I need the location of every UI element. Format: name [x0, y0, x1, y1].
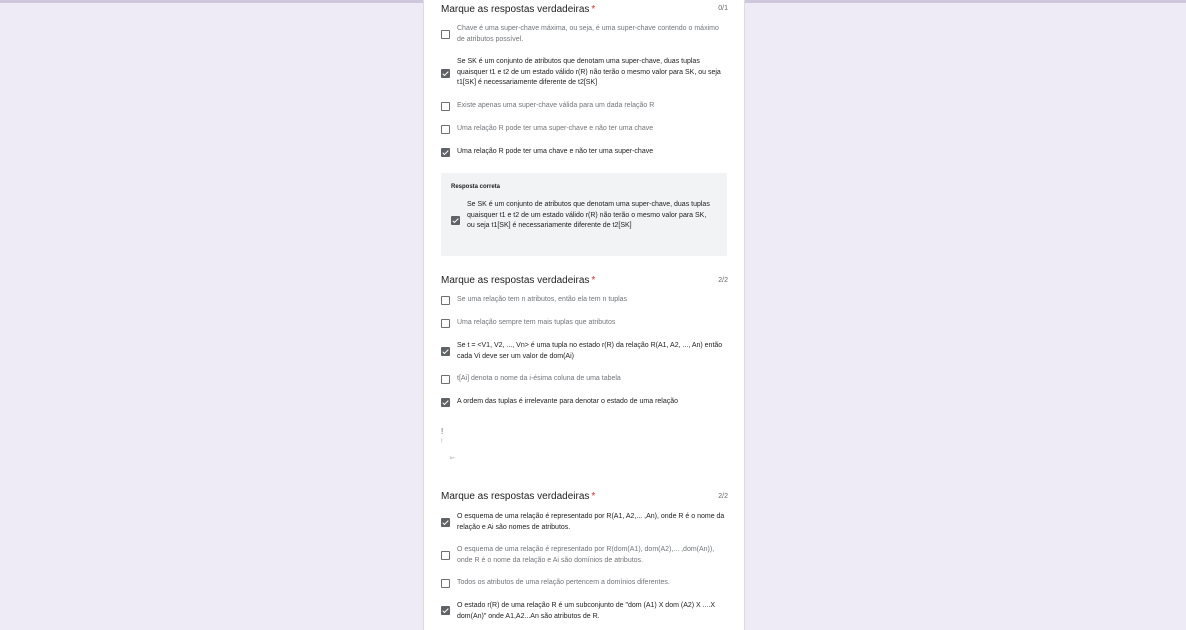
- option-text: O esquema de uma relação é representado …: [457, 513, 725, 531]
- checkbox[interactable]: [441, 551, 450, 560]
- question-title: Marque as respostas verdadeiras *: [441, 4, 596, 15]
- checkbox[interactable]: [441, 148, 450, 157]
- checkbox[interactable]: [441, 296, 450, 305]
- required-mark: *: [591, 491, 596, 502]
- question-score: 0/1: [718, 5, 728, 12]
- checkbox[interactable]: [441, 102, 450, 111]
- stray-mark: !: [441, 439, 443, 445]
- option-text: Se t = <V1, V2, ..., Vn> é uma tupla no …: [457, 342, 723, 360]
- question-score: 2/2: [718, 277, 728, 284]
- option-text: Existe apenas uma super-chave válida par…: [457, 102, 655, 109]
- question-title: Marque as respostas verdadeiras *: [441, 491, 596, 502]
- checkbox[interactable]: [441, 69, 450, 78]
- checkbox[interactable]: [441, 30, 450, 39]
- checkbox[interactable]: [441, 398, 450, 407]
- option-text: Uma relação R pode ter uma chave e não t…: [457, 148, 654, 155]
- option-text: Se uma relação tem n atributos, então el…: [457, 296, 628, 303]
- required-mark: *: [591, 275, 596, 286]
- question-score: 2/2: [718, 493, 728, 500]
- required-mark: *: [591, 4, 596, 15]
- checkbox: [451, 216, 460, 225]
- option-text: Chave é uma super-chave máxima, ou seja,…: [457, 25, 719, 43]
- option-text: Todos os atributos de uma relação perten…: [457, 579, 670, 586]
- checkbox[interactable]: [441, 347, 450, 356]
- option-text: O esquema de uma relação é representado …: [457, 546, 715, 564]
- option-text: t[Ai] denota o nome da i-ésima coluna de…: [457, 375, 621, 382]
- stray-mark: 'ik+·: [449, 455, 457, 460]
- checkbox[interactable]: [441, 579, 450, 588]
- option-text: Uma relação R pode ter uma super-chave e…: [457, 125, 654, 132]
- checkbox[interactable]: [441, 125, 450, 134]
- checkbox[interactable]: [441, 606, 450, 615]
- option-text: Se SK é um conjunto de atributos que den…: [467, 201, 710, 229]
- option-text: Uma relação sempre tem mais tuplas que a…: [457, 319, 616, 326]
- stray-mark: !: [441, 427, 444, 436]
- checkbox[interactable]: [441, 518, 450, 527]
- option-text: O estado r(R) de uma relação R é um subc…: [457, 602, 716, 620]
- form-card: Marque as respostas verdadeiras * 0/1 Cha…: [423, 0, 745, 630]
- option-text: A ordem das tuplas é irrelevante para de…: [457, 398, 679, 405]
- question-title: Marque as respostas verdadeiras *: [441, 275, 596, 286]
- option-text: Se SK é um conjunto de atributos que den…: [457, 58, 721, 86]
- correct-answer-box: Resposta correta Se SK é um conjunto de …: [441, 173, 727, 256]
- checkbox[interactable]: [441, 319, 450, 328]
- correct-answer-label: Resposta correta: [451, 184, 501, 190]
- checkbox[interactable]: [441, 375, 450, 384]
